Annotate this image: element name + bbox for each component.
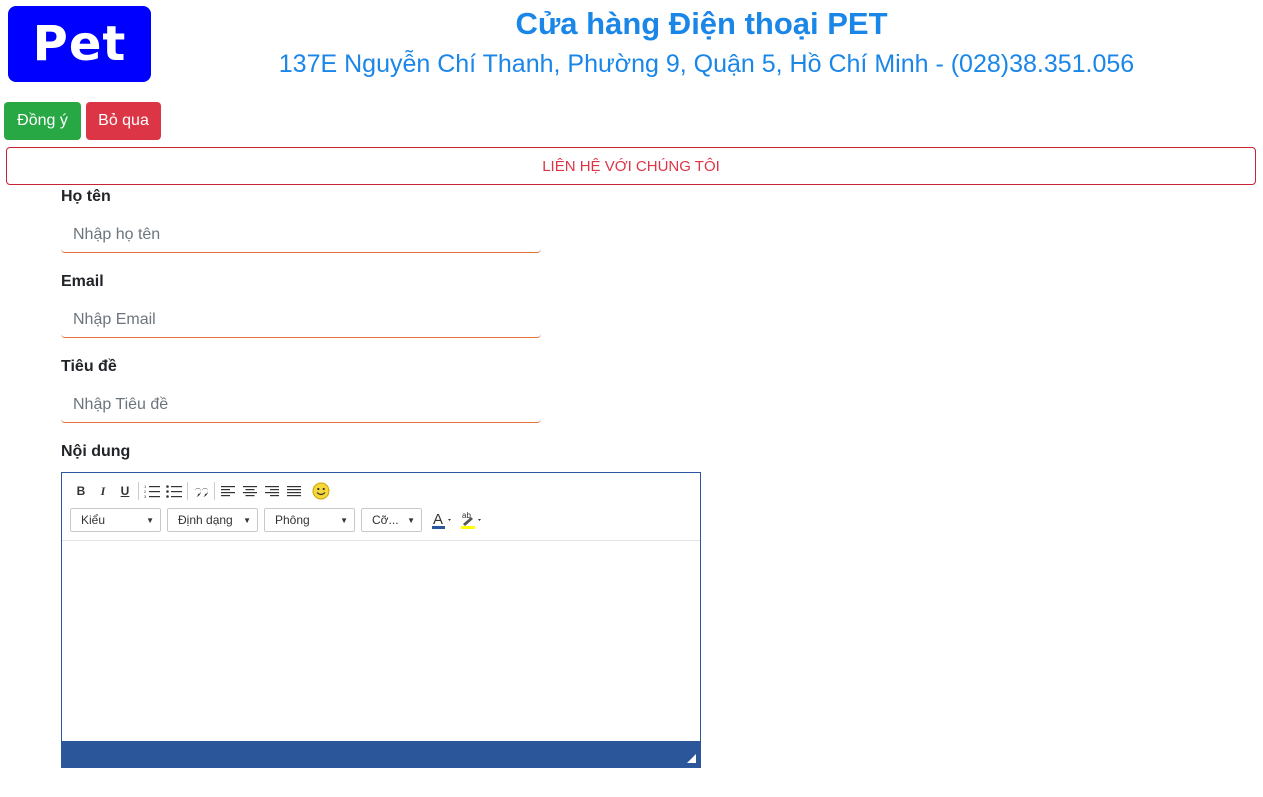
editor-toolbar: B I U 123 Kiểu ▼ Định dạng ▼ Phông ▼ Cỡ.… [62, 473, 700, 541]
smiley-icon[interactable] [310, 481, 332, 501]
email-field[interactable] [61, 302, 541, 338]
name-label: Họ tên [61, 188, 111, 205]
skip-button[interactable]: Bỏ qua [86, 102, 161, 140]
chevron-down-icon: ▼ [243, 515, 251, 525]
size-label: Cỡ... [372, 513, 399, 527]
resize-handle-icon[interactable] [687, 754, 696, 763]
size-dropdown[interactable]: Cỡ... ▼ [361, 508, 422, 532]
chevron-down-icon: ▼ [407, 515, 415, 525]
toolbar-separator [138, 482, 139, 500]
format-label: Định dạng [178, 513, 233, 527]
font-label: Phông [275, 513, 310, 527]
content-label: Nội dung [61, 443, 131, 460]
toolbar-separator [214, 482, 215, 500]
align-right-icon[interactable] [261, 481, 283, 501]
underline-button[interactable]: U [114, 481, 136, 501]
chevron-down-icon: ▼ [340, 515, 348, 525]
blockquote-icon[interactable] [190, 481, 212, 501]
bold-button[interactable]: B [70, 481, 92, 501]
rich-text-editor: B I U 123 Kiểu ▼ Định dạng ▼ Phông ▼ Cỡ.… [61, 472, 701, 768]
numbered-list-icon[interactable]: 123 [141, 481, 163, 501]
align-center-icon[interactable] [239, 481, 261, 501]
svg-text:3: 3 [144, 494, 147, 498]
subject-field[interactable] [61, 387, 541, 423]
bulleted-list-icon[interactable] [163, 481, 185, 501]
toolbar-separator [187, 482, 188, 500]
name-field[interactable] [61, 217, 541, 253]
text-color-icon[interactable]: A [428, 508, 458, 532]
logo: Pet [8, 6, 151, 82]
editor-status-bar [62, 741, 700, 767]
chevron-down-icon: ▼ [146, 515, 154, 525]
svg-text:A: A [433, 511, 443, 528]
background-color-icon[interactable]: ab [458, 508, 488, 532]
email-label: Email [61, 273, 104, 290]
page-title: Cửa hàng Điện thoại PET [515, 6, 888, 41]
shop-address: 137E Nguyễn Chí Thanh, Phường 9, Quận 5,… [278, 50, 1135, 78]
styles-dropdown[interactable]: Kiểu ▼ [70, 508, 161, 532]
subject-label: Tiêu đề [61, 358, 117, 375]
italic-button[interactable]: I [92, 481, 114, 501]
format-dropdown[interactable]: Định dạng ▼ [167, 508, 258, 532]
align-left-icon[interactable] [217, 481, 239, 501]
font-dropdown[interactable]: Phông ▼ [264, 508, 355, 532]
align-justify-icon[interactable] [283, 481, 305, 501]
contact-banner: LIÊN HỆ VỚI CHÚNG TÔI [6, 147, 1256, 185]
styles-label: Kiểu [81, 513, 106, 527]
editor-content-area[interactable] [62, 541, 700, 741]
agree-button[interactable]: Đồng ý [4, 102, 81, 140]
